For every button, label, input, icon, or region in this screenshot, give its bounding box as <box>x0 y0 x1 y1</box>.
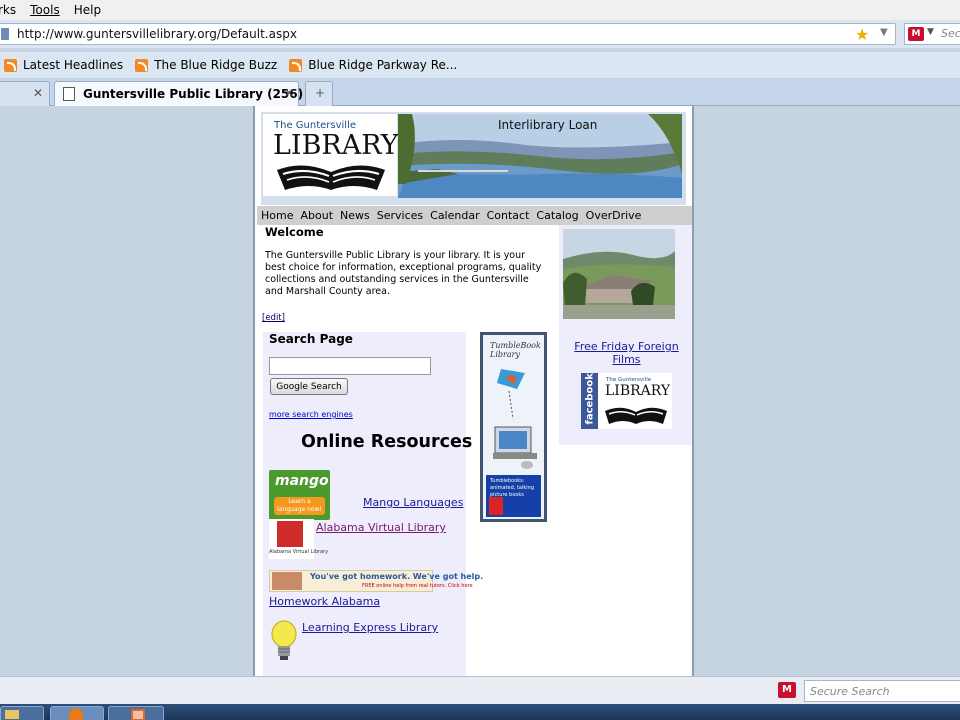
nav-home[interactable]: Home <box>261 209 293 222</box>
bookmark-latest-headlines[interactable]: Latest Headlines <box>4 58 123 72</box>
lightbulb-icon[interactable] <box>269 620 299 662</box>
status-bar: M Secure Search <box>0 676 960 704</box>
online-resources-heading: Online Resources <box>301 432 473 452</box>
secure-search-placeholder: Secure Search <box>810 685 890 698</box>
nav-contact[interactable]: Contact <box>487 209 530 222</box>
dropdown-icon[interactable]: ▼ <box>880 27 888 38</box>
site-icon <box>1 28 9 40</box>
right-column: Free Friday Foreign Films facebook The G… <box>559 225 692 445</box>
mcafee-icon[interactable]: M <box>778 682 796 698</box>
navigation-toolbar: http://www.guntersvillelibrary.org/Defau… <box>0 20 960 48</box>
secure-search-box[interactable]: Secure Search <box>804 680 960 702</box>
plus-icon: + <box>315 86 326 100</box>
free-friday-foreign-films-link[interactable]: Free Friday Foreign Films <box>563 340 690 366</box>
taskbar-explorer[interactable] <box>0 706 44 720</box>
tab-active[interactable]: Guntersville Public Library (256) 5... ✕ <box>54 81 329 106</box>
close-icon[interactable]: ✕ <box>33 86 43 100</box>
new-tab-button[interactable]: + <box>305 81 333 106</box>
interlibrary-loan-banner[interactable]: Interlibrary Loan <box>398 114 682 198</box>
more-search-engines-link[interactable]: more search engines <box>269 410 353 419</box>
bookmark-blue-ridge-buzz[interactable]: The Blue Ridge Buzz <box>135 58 277 72</box>
document-icon <box>131 709 145 720</box>
search-heading: Search Page <box>269 332 353 346</box>
homework-alabama-link[interactable]: Homework Alabama <box>269 595 380 608</box>
taskbar-app[interactable] <box>108 706 164 720</box>
open-book-icon <box>605 407 667 424</box>
search-dropdown-icon[interactable]: ▼ <box>927 27 934 37</box>
left-column: Search Page Google Search more search en… <box>263 332 483 676</box>
facebook-icon: facebook <box>581 373 598 429</box>
avl-icon <box>277 521 303 547</box>
nav-overdrive[interactable]: OverDrive <box>586 209 642 222</box>
tab-previous[interactable]: ✕ <box>0 81 50 106</box>
tutor-photo <box>272 572 302 590</box>
menu-help[interactable]: Help <box>74 3 101 17</box>
search-placeholder: Secu <box>941 27 960 40</box>
site-search-input[interactable] <box>269 357 431 375</box>
bookmark-blue-ridge-parkway[interactable]: Blue Ridge Parkway Re... <box>289 58 457 72</box>
alabama-virtual-library-logo[interactable]: Alabama Virtual Library <box>269 519 328 559</box>
web-page: The Guntersville LIBRARY Interlibrary Lo… <box>253 106 694 676</box>
tab-bar: ✕ Guntersville Public Library (256) 5...… <box>0 79 960 106</box>
url-text[interactable]: http://www.guntersvillelibrary.org/Defau… <box>17 27 297 41</box>
rss-icon <box>289 58 303 72</box>
firefox-icon <box>69 708 83 720</box>
tumbling-book-illustration <box>493 369 537 469</box>
welcome-heading: Welcome <box>265 225 324 239</box>
red-badge <box>489 497 503 515</box>
google-search-button[interactable]: Google Search <box>270 378 348 395</box>
homework-alabama-banner[interactable]: You've got homework. We've got help. FRE… <box>269 570 483 592</box>
rss-icon <box>135 58 149 72</box>
mango-logo[interactable]: mango Learn a language now! <box>269 470 330 520</box>
learning-express-link[interactable]: Learning Express Library <box>302 621 438 634</box>
bookmark-star-icon[interactable]: ★ <box>855 25 869 44</box>
mango-languages-link[interactable]: Mango Languages <box>363 496 463 509</box>
menu-bar: rks Tools Help <box>0 0 960 20</box>
rss-icon <box>4 58 17 72</box>
facebook-logo[interactable]: facebook The Guntersville LIBRARY <box>581 373 672 429</box>
nav-calendar[interactable]: Calendar <box>430 209 479 222</box>
site-nav: Home About News Services Calendar Contac… <box>257 206 692 225</box>
library-building-photo <box>563 229 675 319</box>
edit-link[interactable]: [edit] <box>262 313 285 323</box>
browser-search-box[interactable]: M ▼ Secu <box>904 23 960 45</box>
tumblebook-promo: Tumblebooks: animated, talking picture b… <box>486 475 541 517</box>
close-icon[interactable]: ✕ <box>284 86 294 100</box>
folder-icon <box>5 710 19 719</box>
page-icon <box>63 87 75 101</box>
tumblebook-banner[interactable]: TumbleBook Library Tumblebooks: animated… <box>480 332 547 522</box>
library-logo[interactable]: The Guntersville LIBRARY <box>263 114 399 196</box>
windows-taskbar <box>0 704 960 720</box>
banner-title: Interlibrary Loan <box>498 118 598 132</box>
nav-news[interactable]: News <box>340 209 370 222</box>
bookmarks-toolbar: Latest Headlines The Blue Ridge Buzz Blu… <box>0 52 960 78</box>
mcafee-icon[interactable]: M <box>908 27 924 41</box>
menu-bookmarks[interactable]: rks <box>0 3 16 17</box>
taskbar-firefox[interactable] <box>50 706 104 720</box>
open-book-icon <box>277 165 385 190</box>
address-bar[interactable]: http://www.guntersvillelibrary.org/Defau… <box>0 23 896 45</box>
alabama-virtual-library-link[interactable]: Alabama Virtual Library <box>316 521 446 534</box>
intro-text: The Guntersville Public Library is your … <box>265 250 542 297</box>
nav-catalog[interactable]: Catalog <box>536 209 578 222</box>
nav-services[interactable]: Services <box>377 209 423 222</box>
menu-tools[interactable]: Tools <box>30 3 60 17</box>
nav-about[interactable]: About <box>300 209 333 222</box>
